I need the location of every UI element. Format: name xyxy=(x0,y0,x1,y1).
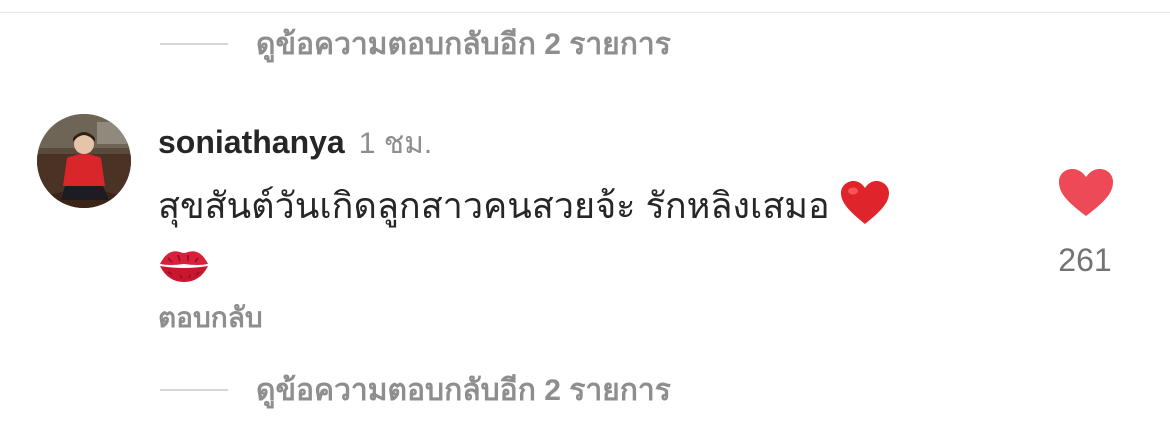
like-heart-icon[interactable] xyxy=(1058,168,1114,224)
like-count: 261 xyxy=(1058,242,1112,278)
view-more-replies-bottom[interactable]: ดูข้อความตอบกลับอีก 2 รายการ xyxy=(160,370,671,410)
username[interactable]: soniathanya xyxy=(158,124,345,161)
comment-text: สุขสันต์วันเกิดลูกสาวคนสวยจ้ะ รักหลิงเสม… xyxy=(158,185,830,226)
view-replies-label[interactable]: ดูข้อความตอบกลับอีก 2 รายการ xyxy=(256,21,671,68)
comment-header: soniathanya 1 ชม. xyxy=(158,120,432,167)
comment-body: สุขสันต์วันเกิดลูกสาวคนสวยจ้ะ รักหลิงเสม… xyxy=(158,180,978,296)
comment-timestamp: 1 ชม. xyxy=(358,127,433,160)
view-more-replies-top[interactable]: ดูข้อความตอบกลับอีก 2 รายการ xyxy=(160,24,671,64)
view-replies-label[interactable]: ดูข้อความตอบกลับอีก 2 รายการ xyxy=(256,367,671,414)
reply-button[interactable]: ตอบกลับ xyxy=(158,296,263,340)
red-heart-emoji-icon xyxy=(840,180,890,238)
avatar[interactable] xyxy=(37,114,131,208)
replies-divider-line xyxy=(160,389,228,391)
top-divider xyxy=(0,12,1170,13)
replies-divider-line xyxy=(160,43,228,45)
kiss-mark-emoji-icon xyxy=(158,244,978,296)
